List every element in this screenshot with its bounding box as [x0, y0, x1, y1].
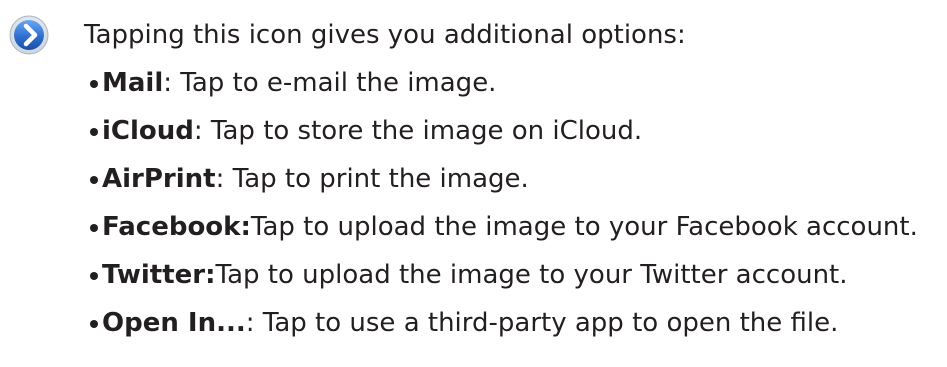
option-description: Tap to upload the image to your Twitter … [215, 260, 848, 290]
bullet-icon [90, 272, 98, 280]
option-description: : Tap to use a third-party app to open t… [245, 308, 839, 338]
bullet-icon [90, 80, 98, 88]
option-name: Mail [102, 68, 164, 98]
option-name: Open In... [102, 308, 246, 338]
option-description: : Tap to e-mail the image. [163, 68, 497, 98]
chevron-right-circle-icon [9, 15, 49, 55]
option-name: Twitter: [102, 260, 216, 290]
bullet-icon [90, 128, 98, 136]
bullet-icon [90, 176, 98, 184]
option-facebook: Facebook: Tap to upload the image to you… [90, 210, 918, 258]
option-icloud: iCloud: Tap to store the image on iCloud… [90, 114, 918, 162]
intro-text: Tapping this icon gives you additional o… [84, 20, 686, 50]
option-twitter: Twitter: Tap to upload the image to your… [90, 258, 918, 306]
option-name: AirPrint [102, 164, 216, 194]
option-description: Tap to upload the image to your Facebook… [250, 212, 918, 242]
options-list: Mail: Tap to e-mail the image. iCloud: T… [90, 66, 918, 354]
bullet-icon [90, 224, 98, 232]
option-name: Facebook: [102, 212, 251, 242]
option-name: iCloud [102, 116, 194, 146]
option-open-in: Open In...: Tap to use a third-party app… [90, 306, 918, 354]
bullet-icon [90, 320, 98, 328]
option-description: : Tap to store the image on iCloud. [193, 116, 643, 146]
option-airprint: AirPrint: Tap to print the image. [90, 162, 918, 210]
option-mail: Mail: Tap to e-mail the image. [90, 66, 918, 114]
option-description: : Tap to print the image. [215, 164, 529, 194]
